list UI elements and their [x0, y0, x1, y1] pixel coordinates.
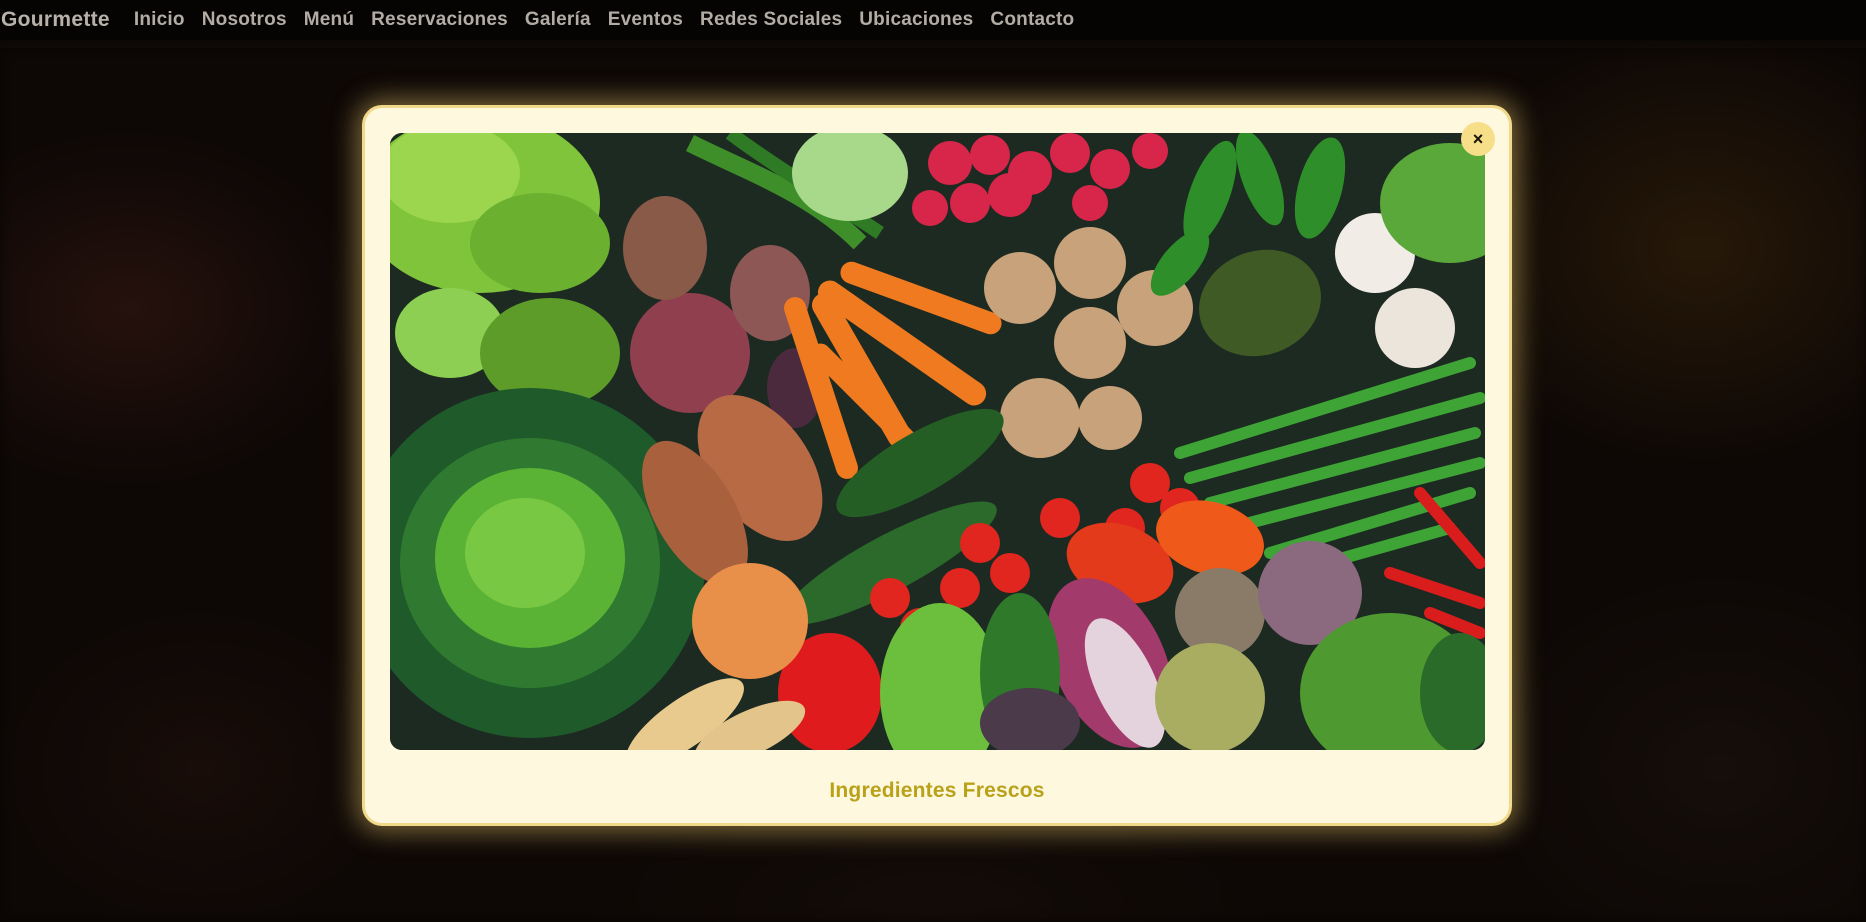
- close-button[interactable]: ×: [1461, 122, 1495, 156]
- nav-links: Inicio Nosotros Menú Reservaciones Galer…: [134, 9, 1074, 31]
- gallery-page: Gourmette Inicio Nosotros Menú Reservaci…: [0, 0, 1866, 922]
- nav-link-nosotros[interactable]: Nosotros: [202, 9, 287, 31]
- brand-logo[interactable]: Gourmette: [1, 8, 110, 32]
- vegetables-photo: [390, 133, 1485, 750]
- nav-link-contacto[interactable]: Contacto: [990, 9, 1074, 31]
- nav-link-redes-sociales[interactable]: Redes Sociales: [700, 9, 842, 31]
- lettuce-shape: [390, 133, 620, 408]
- nav-link-reservaciones[interactable]: Reservaciones: [371, 9, 508, 31]
- image-lightbox-modal: × Ingredientes Frescos: [362, 105, 1512, 826]
- nav-link-inicio[interactable]: Inicio: [134, 9, 185, 31]
- nav-link-menu[interactable]: Menú: [304, 9, 354, 31]
- navbar: Gourmette Inicio Nosotros Menú Reservaci…: [0, 0, 1866, 40]
- nav-link-ubicaciones[interactable]: Ubicaciones: [859, 9, 973, 31]
- nav-link-eventos[interactable]: Eventos: [608, 9, 683, 31]
- image-caption: Ingredientes Frescos: [829, 779, 1045, 802]
- nav-link-galeria[interactable]: Galería: [525, 9, 591, 31]
